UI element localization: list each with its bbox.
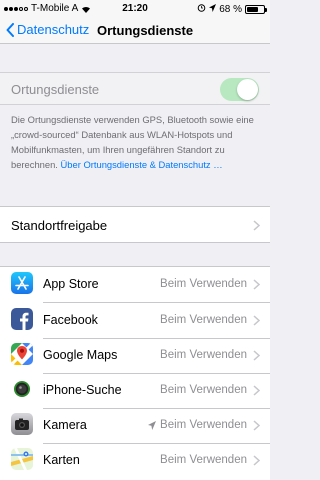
app-row-karten[interactable]: Karten Beim Verwenden (0, 443, 270, 478)
permission-value: Beim Verwenden (160, 454, 247, 466)
permission-value: Beim Verwenden (160, 384, 247, 396)
chevron-left-icon (6, 22, 14, 37)
chevron-right-icon (253, 315, 260, 326)
permission-value: Beim Verwenden (160, 314, 247, 326)
back-button[interactable]: Datenschutz (6, 22, 89, 37)
app-name: iPhone-Suche (43, 383, 122, 397)
google-maps-icon (11, 343, 33, 365)
chevron-right-icon (253, 385, 260, 396)
chevron-right-icon (253, 420, 260, 431)
permission-value: Beim Verwenden (160, 278, 247, 290)
location-services-toggle[interactable] (220, 78, 259, 101)
app-name: App Store (43, 277, 99, 291)
location-arrow-icon (209, 3, 217, 15)
app-name: Karten (43, 453, 80, 467)
location-services-row: Ortungsdienste (0, 72, 270, 105)
app-row-app-store[interactable]: App Store Beim Verwenden (0, 267, 270, 302)
app-row-google-maps[interactable]: Google Maps Beim Verwenden (0, 338, 270, 373)
chevron-right-icon (253, 220, 260, 231)
recent-location-arrow-icon (148, 420, 157, 430)
chevron-right-icon (253, 279, 260, 290)
share-location-label: Standortfreigabe (11, 218, 108, 233)
app-list: App Store Beim Verwenden Facebook Beim V… (0, 266, 270, 480)
status-bar: T-Mobile A 21:20 68 % (0, 0, 270, 18)
permission-value: Beim Verwenden (160, 349, 247, 361)
location-services-label: Ortungsdienste (11, 82, 100, 97)
alarm-icon (197, 3, 206, 15)
find-iphone-icon (11, 378, 33, 400)
share-location-row[interactable]: Standortfreigabe (0, 206, 270, 243)
back-button-label: Datenschutz (17, 22, 90, 37)
navigation-bar: Datenschutz Ortungsdienste (0, 18, 270, 44)
camera-icon (11, 413, 33, 435)
privacy-info-link[interactable]: Über Ortungsdienste & Datenschutz … (61, 159, 223, 170)
battery-icon (245, 4, 267, 14)
battery-percent: 68 % (219, 3, 242, 15)
location-services-description: Die Ortungsdienste verwenden GPS, Blueto… (11, 112, 261, 172)
maps-icon (11, 448, 33, 470)
page-title: Ortungsdienste (97, 23, 194, 38)
permission-value: Beim Verwenden (148, 419, 247, 431)
app-store-icon (11, 272, 33, 294)
app-row-iphone-suche[interactable]: iPhone-Suche Beim Verwenden (0, 373, 270, 408)
status-right: 68 % (197, 3, 267, 15)
chevron-right-icon (253, 350, 260, 361)
app-name: Facebook (43, 313, 98, 327)
app-name: Google Maps (43, 348, 118, 362)
app-row-kamera[interactable]: Kamera Beim Verwenden (0, 408, 270, 443)
app-name: Kamera (43, 418, 87, 432)
chevron-right-icon (253, 455, 260, 466)
facebook-icon (11, 308, 33, 330)
app-row-facebook[interactable]: Facebook Beim Verwenden (0, 303, 270, 338)
toggle-knob (237, 79, 258, 100)
